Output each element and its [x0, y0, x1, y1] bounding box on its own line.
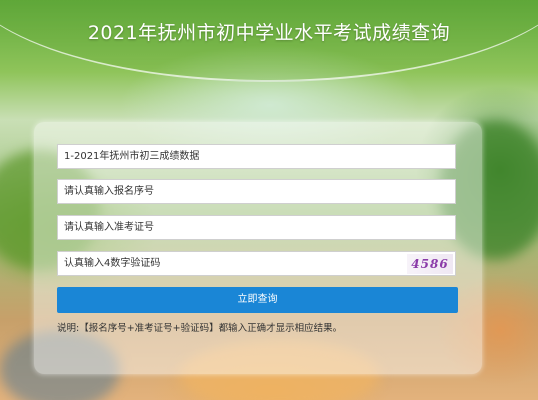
- exam-ticket-field[interactable]: 请认真输入准考证号: [57, 215, 456, 240]
- page-title: 2021年抚州市初中学业水平考试成绩查询: [87, 22, 451, 44]
- dataset-select[interactable]: 1-2021年抚州市初三成绩数据: [57, 144, 456, 169]
- captcha-field[interactable]: 认真输入4数字验证码: [57, 251, 456, 276]
- captcha-image[interactable]: 4586: [407, 254, 453, 274]
- submit-button[interactable]: 立即查询: [57, 287, 458, 313]
- instruction-note: 说明:【报名序号+准考证号+验证码】都输入正确才显示相应结果。: [57, 323, 343, 334]
- registration-number-field[interactable]: 请认真输入报名序号: [57, 179, 456, 204]
